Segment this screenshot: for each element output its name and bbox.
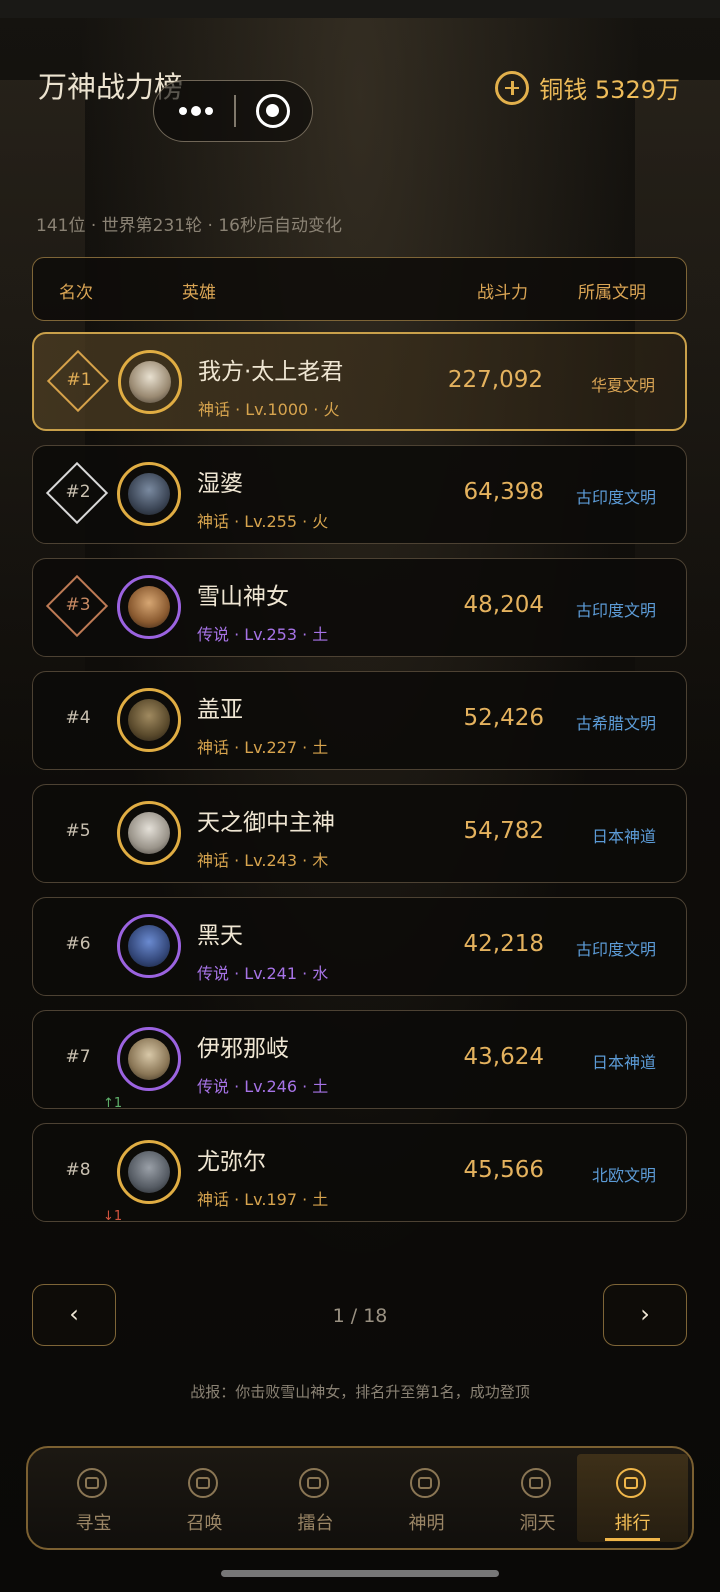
tab-ranking[interactable]: 排行 [577, 1454, 688, 1542]
hero-civ: 古印度文明 [575, 488, 656, 507]
add-currency-icon[interactable] [495, 70, 530, 105]
hero-power: 48,204 [463, 592, 544, 618]
header-civ: 所属文明 [578, 283, 646, 303]
hero-avatar[interactable] [117, 1027, 181, 1091]
hero-power: 42,218 [463, 931, 544, 957]
hero-meta: 传说 · Lv.241 · 水 [197, 964, 329, 983]
rank-number: #8 [65, 1160, 91, 1180]
bottom-tab-bar: 寻宝 召唤 擂台 神明 洞天 排行 [26, 1446, 694, 1550]
ranking-subinfo: 141位 · 世界第231轮 · 16秒后自动变化 [36, 216, 342, 236]
status-bar [0, 0, 720, 18]
more-dots-icon[interactable] [164, 81, 228, 140]
hero-avatar[interactable] [117, 1140, 181, 1204]
rank-number: #4 [65, 708, 91, 728]
capsule-divider [234, 95, 236, 127]
tab-label: 排行 [614, 1513, 651, 1534]
hero-avatar[interactable] [117, 462, 181, 526]
hero-meta: 传说 · Lv.253 · 土 [197, 625, 329, 644]
hero-power: 54,782 [463, 818, 544, 844]
tab-label: 寻宝 [75, 1513, 112, 1534]
header-rank: 名次 [59, 283, 93, 303]
hero-name: 盖亚 [197, 697, 243, 723]
home-indicator[interactable] [221, 1570, 499, 1577]
active-tab-underline [605, 1538, 660, 1541]
table-row[interactable]: #7 伊邪那岐 传说 · Lv.246 · 土 43,624 日本神道 ↑1 [32, 1010, 687, 1111]
hero-meta: 传说 · Lv.246 · 土 [197, 1077, 329, 1096]
summon-icon [188, 1468, 218, 1498]
hero-civ: 古印度文明 [575, 940, 656, 959]
currency-display: 铜钱 5329万 [495, 70, 680, 105]
table-row[interactable]: #8 尤弥尔 神话 · Lv.197 · 土 45,566 北欧文明 ↓1 [32, 1123, 687, 1224]
header-power: 战斗力 [477, 283, 528, 303]
arena-icon [299, 1468, 329, 1498]
rank-number: #6 [65, 934, 91, 954]
table-row[interactable]: #4 盖亚 神话 · Lv.227 · 土 52,426 古希腊文明 [32, 671, 687, 770]
table-row[interactable]: #3 雪山神女 传说 · Lv.253 · 土 48,204 古印度文明 [32, 558, 687, 657]
rank-number: #1 [66, 370, 92, 390]
hero-avatar[interactable] [117, 575, 181, 639]
tab-deity[interactable]: 神明 [371, 1454, 482, 1542]
hero-meta: 神话 · Lv.255 · 火 [197, 512, 329, 531]
hero-meta: 神话 · Lv.227 · 土 [197, 738, 329, 757]
hero-civ: 日本神道 [591, 827, 656, 846]
hero-power: 64,398 [463, 479, 544, 505]
hero-power: 227,092 [447, 367, 543, 393]
table-row[interactable]: #5 天之御中主神 神话 · Lv.243 · 木 54,782 日本神道 [32, 784, 687, 883]
hero-meta: 神话 · Lv.1000 · 火 [198, 400, 340, 419]
header-hero: 英雄 [182, 283, 216, 303]
treasure-icon [77, 1468, 107, 1498]
hero-civ: 北欧文明 [591, 1166, 656, 1185]
ranking-icon [616, 1468, 646, 1498]
hero-civ: 日本神道 [591, 1053, 656, 1072]
hero-name: 尤弥尔 [197, 1149, 266, 1175]
hero-civ: 古印度文明 [575, 601, 656, 620]
rank-number: #5 [65, 821, 91, 841]
tab-treasure[interactable]: 寻宝 [38, 1454, 149, 1542]
rank-change-down: ↓1 [103, 1209, 123, 1224]
rank-number: #3 [65, 595, 91, 615]
miniprogram-capsule [153, 80, 313, 142]
next-page-button[interactable]: › [603, 1284, 687, 1346]
hero-power: 45,566 [463, 1157, 544, 1183]
hero-name: 天之御中主神 [197, 810, 335, 836]
tab-label: 神明 [408, 1513, 445, 1534]
hero-avatar[interactable] [117, 914, 181, 978]
hero-meta: 神话 · Lv.197 · 土 [197, 1190, 329, 1209]
hero-avatar[interactable] [118, 350, 182, 414]
table-row[interactable]: #6 黑天 传说 · Lv.241 · 水 42,218 古印度文明 [32, 897, 687, 996]
hero-civ: 华夏文明 [590, 376, 655, 395]
hero-avatar[interactable] [117, 688, 181, 752]
hero-name: 黑天 [197, 923, 243, 949]
close-target-icon[interactable] [256, 94, 290, 128]
hero-civ: 古希腊文明 [575, 714, 656, 733]
battle-report: 战报：你击败雪山神女，排名升至第1名，成功登顶 [190, 1383, 530, 1401]
hero-name: 雪山神女 [197, 584, 289, 610]
tab-summon[interactable]: 召唤 [149, 1454, 260, 1542]
hero-name: 我方·太上老君 [198, 359, 344, 385]
rank-number: #2 [65, 482, 91, 502]
hero-meta: 神话 · Lv.243 · 木 [197, 851, 329, 870]
hero-name: 湿婆 [197, 471, 243, 497]
table-row[interactable]: #1 我方·太上老君 神话 · Lv.1000 · 火 227,092 华夏文明 [32, 332, 687, 431]
tab-arena[interactable]: 擂台 [260, 1454, 371, 1542]
cave-icon [521, 1468, 551, 1498]
table-header: 名次 英雄 战斗力 所属文明 [32, 257, 687, 321]
table-row[interactable]: #2 湿婆 神话 · Lv.255 · 火 64,398 古印度文明 [32, 445, 687, 544]
rank-number: #7 [65, 1047, 91, 1067]
tab-label: 召唤 [186, 1513, 223, 1534]
rank-change-up: ↑1 [103, 1096, 123, 1111]
hero-name: 伊邪那岐 [197, 1036, 289, 1062]
hero-avatar[interactable] [117, 801, 181, 865]
hero-power: 52,426 [463, 705, 544, 731]
tab-label: 擂台 [297, 1513, 334, 1534]
currency-text: 铜钱 5329万 [539, 76, 680, 104]
deity-icon [410, 1468, 440, 1498]
hero-power: 43,624 [463, 1044, 544, 1070]
